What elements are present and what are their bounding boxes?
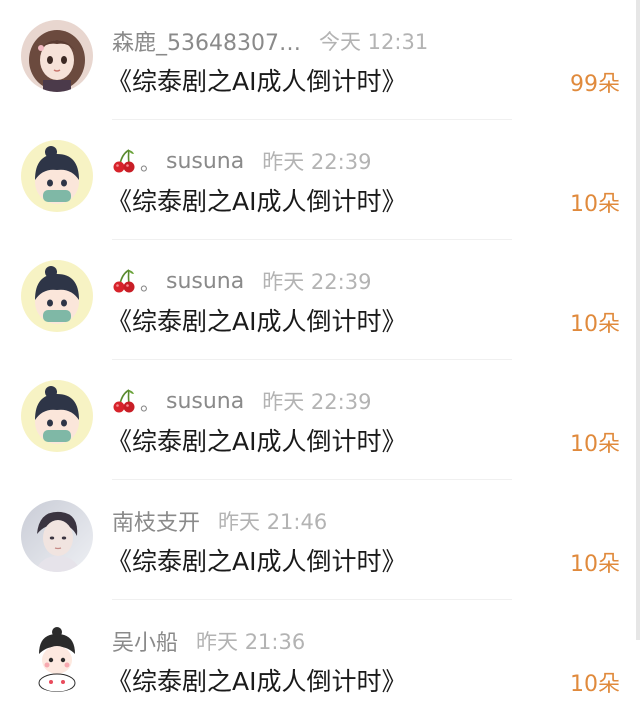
username-prefix-dot: 。 (140, 150, 160, 175)
list-item[interactable]: 吴小船 昨天 21:36 《综泰剧之AI成人倒计时》 10朵 (0, 600, 632, 720)
cherry-icon (113, 149, 135, 173)
username-prefix-dot: 。 (140, 270, 160, 295)
avatar[interactable] (21, 500, 93, 572)
timestamp: 今天 12:31 (318, 30, 429, 54)
cherry-icon (113, 389, 135, 413)
photo-portrait-avatar-icon (21, 500, 93, 572)
cartoon-boy-avatar-icon (21, 260, 93, 332)
cartoon-boy-avatar-icon (21, 140, 93, 212)
comment-meta: 。 susuna 昨天 22:39 (112, 146, 371, 176)
anime-girl-avatar-icon (21, 20, 93, 92)
gift-amount: 99朵 (570, 72, 620, 97)
gift-amount: 10朵 (570, 672, 620, 697)
gift-title[interactable]: 《综泰剧之AI成人倒计时》 (107, 302, 406, 338)
list-item[interactable]: 森鹿_53648307… 今天 12:31 《综泰剧之AI成人倒计时》 99朵 (0, 0, 632, 120)
username[interactable]: 吴小船 (112, 625, 178, 657)
avatar[interactable] (21, 380, 93, 452)
chibi-character-avatar-icon (21, 620, 93, 692)
username[interactable]: 森鹿_53648307… (112, 25, 301, 57)
list-item[interactable]: 。 susuna 昨天 22:39 《综泰剧之AI成人倒计时》 10朵 (0, 120, 632, 240)
username[interactable]: 南枝支开 (112, 505, 200, 537)
list-item[interactable]: 南枝支开 昨天 21:46 《综泰剧之AI成人倒计时》 10朵 (0, 480, 632, 600)
timestamp: 昨天 21:46 (218, 510, 328, 534)
username[interactable]: susuna (166, 149, 244, 174)
comment-meta: 。 susuna 昨天 22:39 (112, 386, 371, 416)
timestamp: 昨天 22:39 (262, 390, 372, 414)
avatar[interactable] (21, 20, 93, 92)
list-item[interactable]: 。 susuna 昨天 22:39 《综泰剧之AI成人倒计时》 10朵 (0, 360, 632, 480)
scrollbar[interactable] (636, 0, 640, 640)
gift-amount: 10朵 (570, 312, 620, 337)
cartoon-boy-avatar-icon (21, 380, 93, 452)
gift-list: 森鹿_53648307… 今天 12:31 《综泰剧之AI成人倒计时》 99朵 (0, 0, 640, 727)
gift-amount: 10朵 (570, 192, 620, 217)
timestamp: 昨天 22:39 (262, 270, 372, 294)
avatar[interactable] (21, 620, 93, 692)
username[interactable]: susuna (166, 389, 244, 414)
timestamp: 昨天 22:39 (262, 150, 372, 174)
list-item[interactable]: 。 susuna 昨天 22:39 《综泰剧之AI成人倒计时》 10朵 (0, 240, 632, 360)
gift-title[interactable]: 《综泰剧之AI成人倒计时》 (107, 662, 406, 698)
cherry-icon (113, 269, 135, 293)
comment-meta: 吴小船 昨天 21:36 (112, 626, 305, 656)
username[interactable]: susuna (166, 269, 244, 294)
gift-title[interactable]: 《综泰剧之AI成人倒计时》 (107, 422, 406, 458)
comment-meta: 南枝支开 昨天 21:46 (112, 506, 327, 536)
comment-meta: 森鹿_53648307… 今天 12:31 (112, 26, 428, 56)
comment-meta: 。 susuna 昨天 22:39 (112, 266, 371, 296)
gift-title[interactable]: 《综泰剧之AI成人倒计时》 (107, 62, 406, 98)
avatar[interactable] (21, 260, 93, 332)
username-prefix-dot: 。 (140, 390, 160, 415)
gift-amount: 10朵 (570, 432, 620, 457)
gift-title[interactable]: 《综泰剧之AI成人倒计时》 (107, 542, 406, 578)
gift-amount: 10朵 (570, 552, 620, 577)
timestamp: 昨天 21:36 (196, 630, 306, 654)
gift-title[interactable]: 《综泰剧之AI成人倒计时》 (107, 182, 406, 218)
avatar[interactable] (21, 140, 93, 212)
